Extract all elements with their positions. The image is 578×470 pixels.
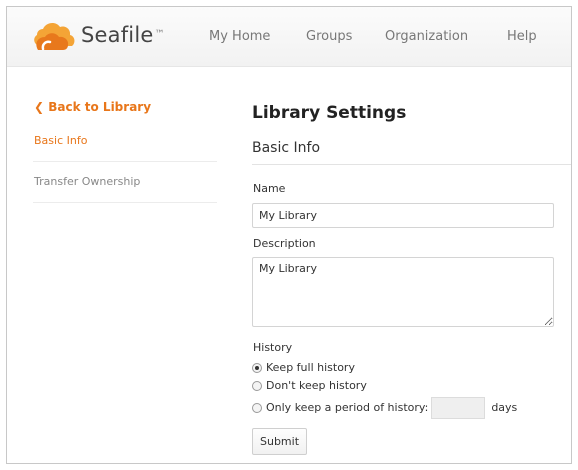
radio-unchecked-icon[interactable] (252, 403, 262, 413)
page-title: Library Settings (252, 103, 407, 123)
history-label: History (253, 341, 293, 354)
description-label: Description (253, 237, 316, 250)
app-window: Seafile™ My Home Groups Organization Hel… (6, 6, 572, 464)
history-option-label: Only keep a period of history: (266, 401, 429, 414)
history-option-none[interactable]: Don't keep history (252, 379, 571, 393)
history-option-label: Don't keep history (266, 379, 367, 392)
sidebar-item-transfer-ownership[interactable]: Transfer Ownership (33, 162, 217, 203)
sidebar-item-basic-info[interactable]: Basic Info (33, 121, 217, 162)
settings-main: Library Settings Basic Info Name Descrip… (252, 99, 571, 455)
nav-groups[interactable]: Groups (306, 29, 352, 45)
brand-name[interactable]: Seafile™ (81, 21, 165, 49)
history-option-period[interactable]: Only keep a period of history: days (252, 397, 571, 419)
section-heading: Basic Info (252, 138, 571, 165)
description-field[interactable]: My Library (252, 257, 554, 327)
radio-checked-icon[interactable] (252, 363, 262, 373)
settings-sidebar: ❮ Back to Library Basic Info Transfer Ow… (33, 99, 217, 203)
nav-my-home[interactable]: My Home (209, 29, 270, 45)
history-option-full[interactable]: Keep full history (252, 361, 571, 375)
top-header: Seafile™ My Home Groups Organization Hel… (7, 7, 571, 67)
back-to-library-link[interactable]: ❮ Back to Library (33, 99, 217, 115)
days-input[interactable] (431, 397, 486, 419)
chevron-left-icon: ❮ (34, 100, 45, 114)
history-option-label: Keep full history (266, 361, 355, 374)
seafile-cloud-logo-icon[interactable] (29, 19, 77, 53)
nav-help[interactable]: Help (507, 29, 537, 45)
submit-button[interactable]: Submit (252, 428, 308, 455)
days-unit-label: days (491, 401, 518, 414)
brand-text: Seafile (81, 23, 154, 47)
name-field[interactable] (252, 203, 554, 228)
name-label: Name (253, 182, 286, 195)
nav-organization[interactable]: Organization (385, 29, 468, 45)
radio-unchecked-icon[interactable] (252, 381, 262, 391)
trademark-mark: ™ (154, 29, 165, 40)
back-label: Back to Library (48, 100, 152, 114)
